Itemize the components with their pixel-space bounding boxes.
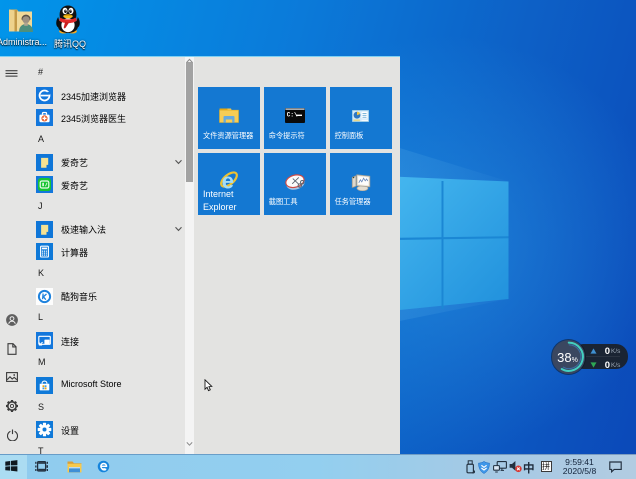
svg-text:e: e [221, 168, 233, 189]
